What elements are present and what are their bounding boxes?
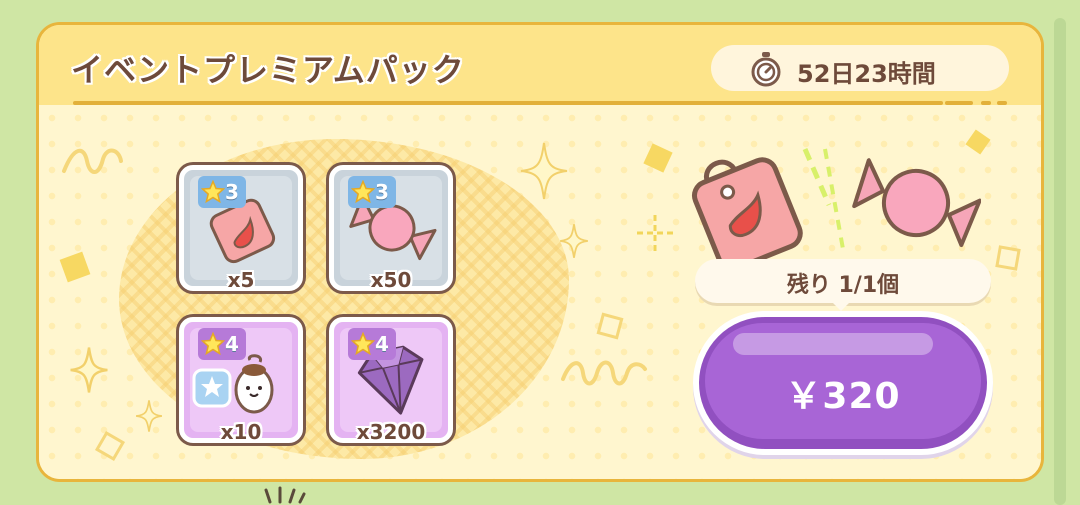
confetti-decoration: [596, 312, 624, 340]
premium-pack-card: イベントプレミアムパック 52日23時間 3 x5 3 x50 4 x10 4 …: [36, 22, 1044, 482]
card-body: 3 x5 3 x50 4 x10 4 x3200 残り 1/1個 ￥320: [39, 105, 1041, 479]
timer-text: 52日23時間: [797, 60, 936, 88]
item-quantity: x50: [370, 268, 412, 292]
remaining-stock-badge: 残り 1/1個: [695, 259, 991, 311]
sparkle-icon: [136, 400, 162, 432]
squiggle-decoration: [561, 360, 647, 386]
sparkle-icon: [70, 347, 108, 393]
squiggle-decoration: [62, 148, 123, 174]
confetti-decoration: [94, 430, 126, 462]
rarity-badge: 4: [348, 328, 396, 360]
item-tile-bag[interactable]: 3 x5: [179, 165, 303, 292]
price-label: ￥320: [785, 376, 901, 417]
sparkle-icon: [560, 224, 588, 258]
star-icon: [351, 180, 375, 204]
stopwatch-icon: [751, 52, 781, 87]
star-icon: [351, 332, 375, 356]
pack-title: イベントプレミアムパック: [71, 51, 465, 89]
item-tile-character[interactable]: 4 x10: [179, 317, 303, 444]
showcase-candy-icon: [852, 158, 981, 248]
showcase-bag-icon: [691, 157, 803, 271]
remaining-stock-pointer: [831, 301, 851, 311]
rarity-level: 3: [225, 180, 239, 204]
rarity-badge: 3: [348, 176, 396, 208]
rarity-level: 3: [375, 180, 389, 204]
item-quantity: x3200: [356, 420, 426, 444]
character-icon: [192, 354, 274, 414]
sparkle-icon: [520, 142, 568, 200]
rarity-level: 4: [225, 332, 239, 356]
confetti-decoration: [59, 251, 91, 283]
sprout-decoration: [264, 486, 306, 504]
buy-button[interactable]: ￥320: [693, 311, 993, 455]
card-header: イベントプレミアムパック 52日23時間: [39, 25, 1041, 105]
scrollbar[interactable]: [1054, 18, 1066, 505]
star-icon: [201, 180, 225, 204]
rarity-badge: 3: [198, 176, 246, 208]
light-rays-decoration: [802, 148, 845, 250]
item-quantity: x5: [227, 268, 255, 292]
confetti-decoration: [995, 245, 1021, 271]
cross-sparkle-decoration: [637, 215, 673, 251]
timer-badge: 52日23時間: [711, 45, 1009, 91]
remaining-stock-text: 残り 1/1個: [786, 273, 900, 298]
item-quantity: x10: [220, 420, 262, 444]
item-tile-gem[interactable]: 4 x3200: [329, 317, 453, 444]
rarity-level: 4: [375, 332, 389, 356]
buy-button-shine: [733, 333, 933, 355]
rarity-badge: 4: [198, 328, 246, 360]
item-tile-candy[interactable]: 3 x50: [329, 165, 453, 292]
star-icon: [201, 332, 225, 356]
confetti-decoration: [643, 143, 673, 173]
